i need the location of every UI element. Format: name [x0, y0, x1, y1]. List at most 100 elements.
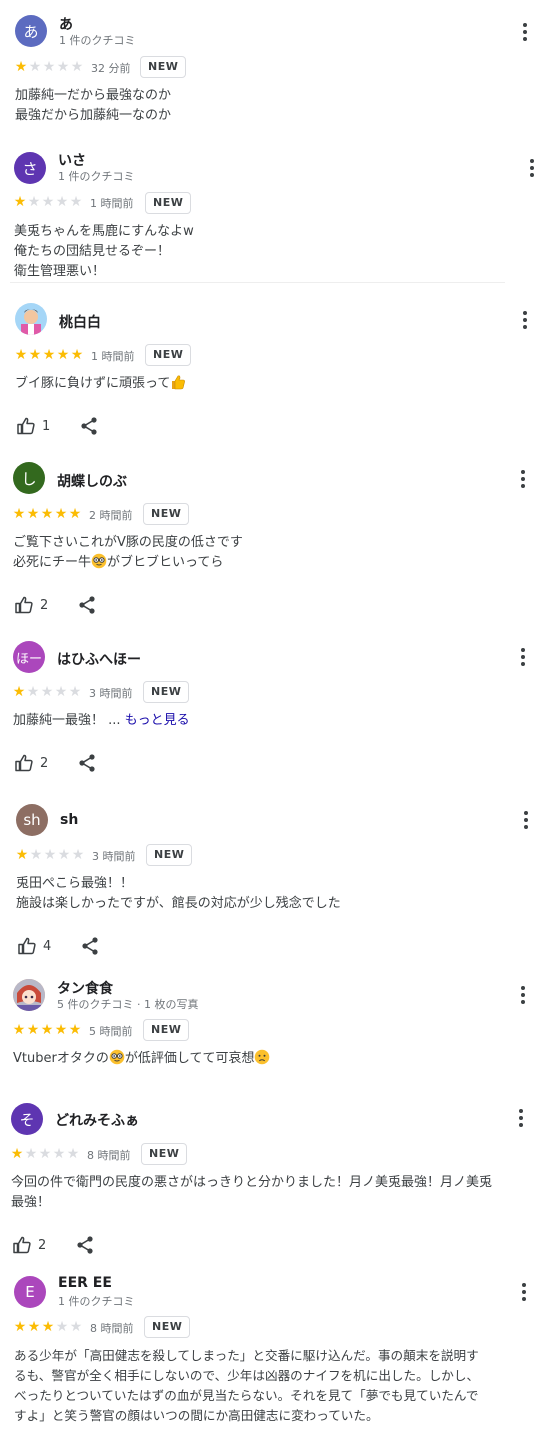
- more-options-icon[interactable]: [511, 1108, 531, 1128]
- star-filled-icon: ★: [14, 59, 28, 75]
- avatar[interactable]: [15, 303, 47, 335]
- avatar[interactable]: [13, 979, 45, 1011]
- share-icon: [82, 937, 98, 955]
- avatar-initial: そ: [19, 1110, 35, 1129]
- review-text: ブイ豚に負けずに頑張って: [15, 374, 186, 394]
- star-empty-icon: ★: [57, 847, 71, 863]
- review-text-part: Vtuberオタクの: [13, 1051, 109, 1066]
- sad-face-emoji-icon: [255, 1049, 270, 1065]
- star-filled-icon: ★: [27, 1319, 41, 1335]
- star-empty-icon: ★: [42, 59, 56, 75]
- reviewer-name[interactable]: タン食食: [57, 978, 113, 998]
- star-empty-icon: ★: [71, 847, 85, 863]
- more-options-icon[interactable]: [513, 985, 533, 1005]
- divider: [10, 282, 505, 283]
- share-button[interactable]: [77, 595, 97, 619]
- avatar-image: [21, 309, 41, 335]
- star-filled-icon: ★: [10, 1146, 24, 1162]
- review-text: Vtuberオタクの が低評価してて可哀想: [13, 1049, 270, 1069]
- share-button[interactable]: [79, 416, 99, 440]
- more-options-icon[interactable]: [514, 1282, 534, 1302]
- star-empty-icon: ★: [56, 59, 70, 75]
- new-badge: NEW: [143, 681, 190, 703]
- new-badge: NEW: [145, 344, 192, 366]
- star-empty-icon: ★: [66, 1146, 80, 1162]
- review-time: 8 時間前: [90, 1322, 134, 1335]
- star-rating: ★ ★ ★ ★ ★: [15, 848, 85, 862]
- star-empty-icon: ★: [29, 847, 43, 863]
- avatar[interactable]: ほー: [13, 641, 45, 673]
- star-empty-icon: ★: [54, 684, 68, 700]
- nerd-face-emoji-icon: [109, 1049, 125, 1065]
- star-filled-icon: ★: [15, 847, 29, 863]
- reviewer-name[interactable]: sh: [60, 812, 78, 828]
- star-rating: ★ ★ ★ ★ ★: [13, 1320, 83, 1334]
- reviewer-name[interactable]: いさ: [58, 150, 86, 170]
- review-time: 32 分前: [91, 62, 131, 75]
- star-filled-icon: ★: [14, 347, 28, 363]
- like-count: 2: [40, 597, 49, 613]
- like-button[interactable]: 2: [12, 1235, 46, 1255]
- star-empty-icon: ★: [68, 684, 82, 700]
- star-filled-icon: ★: [56, 347, 70, 363]
- avatar-initial: ほー: [15, 651, 42, 667]
- star-empty-icon: ★: [69, 1319, 83, 1335]
- more-options-icon[interactable]: [513, 647, 533, 667]
- more-options-icon[interactable]: [515, 22, 535, 42]
- review-text-content: ブイ豚に負けずに頑張って: [15, 376, 171, 391]
- review-time: 1 時間前: [90, 197, 134, 210]
- thumbs-up-icon: [15, 754, 33, 772]
- like-button[interactable]: 4: [17, 936, 51, 956]
- avatar[interactable]: sh: [16, 804, 48, 836]
- review-count: 1 件のクチコミ: [59, 34, 136, 47]
- like-count: 2: [38, 1237, 47, 1253]
- star-empty-icon: ★: [43, 847, 57, 863]
- reviewer-name[interactable]: EER EE: [58, 1275, 112, 1291]
- star-filled-icon: ★: [28, 347, 42, 363]
- star-empty-icon: ★: [41, 194, 55, 210]
- like-button[interactable]: 2: [14, 595, 48, 615]
- share-button[interactable]: [77, 753, 97, 777]
- read-more-link[interactable]: もっと見る: [125, 713, 190, 728]
- more-options-icon[interactable]: [513, 469, 533, 489]
- avatar[interactable]: そ: [11, 1103, 43, 1135]
- star-empty-icon: ★: [55, 1319, 69, 1335]
- review-time: 2 時間前: [89, 509, 133, 522]
- review-text: 加藤純一だから最強なのか 最強だから加藤純一なのか: [15, 88, 172, 123]
- star-filled-icon: ★: [42, 347, 56, 363]
- like-count: 2: [40, 755, 49, 771]
- reviewer-name[interactable]: 桃白白: [59, 312, 101, 332]
- more-options-icon[interactable]: [516, 810, 536, 830]
- reviewer-name[interactable]: あ: [59, 14, 73, 34]
- star-filled-icon: ★: [41, 1319, 55, 1335]
- more-options-icon[interactable]: [522, 158, 542, 178]
- like-button[interactable]: 1: [16, 416, 50, 436]
- review-text: 兎田ぺこら最強！！ 施設は楽しかったですが、館長の対応が少し残念でした: [16, 876, 341, 911]
- review-text: 加藤純一最強！ ... もっと見る: [13, 711, 190, 731]
- more-options-icon[interactable]: [515, 310, 535, 330]
- review-count: 1 件のクチコミ: [58, 170, 135, 183]
- reviewer-name[interactable]: はひふへほー: [57, 649, 141, 669]
- new-badge: NEW: [146, 844, 193, 866]
- reviewer-name[interactable]: 胡蝶しのぶ: [57, 471, 127, 491]
- star-filled-icon: ★: [12, 506, 26, 522]
- review-time: 8 時間前: [87, 1149, 131, 1162]
- thumbs-up-icon: [15, 596, 33, 614]
- review-text: ある少年が「高田健志を殺してしまった」と交番に駆け込んだ。事の顛末を説明す るも…: [14, 1348, 480, 1423]
- star-filled-icon: ★: [68, 1022, 82, 1038]
- review-time: 5 時間前: [89, 1025, 133, 1038]
- star-rating: ★ ★ ★ ★ ★: [10, 1147, 80, 1161]
- like-button[interactable]: 2: [14, 753, 48, 773]
- reviewer-name[interactable]: どれみそふぁ: [55, 1110, 139, 1130]
- share-button[interactable]: [75, 1235, 95, 1259]
- share-button[interactable]: [80, 936, 100, 960]
- avatar[interactable]: あ: [15, 15, 47, 47]
- avatar[interactable]: さ: [14, 152, 46, 184]
- star-filled-icon: ★: [13, 1319, 27, 1335]
- review-time: 3 時間前: [92, 850, 136, 863]
- avatar-image: [13, 979, 45, 1011]
- star-empty-icon: ★: [40, 684, 54, 700]
- avatar[interactable]: E: [14, 1276, 46, 1308]
- avatar[interactable]: し: [13, 462, 45, 494]
- new-badge: NEW: [141, 1143, 188, 1165]
